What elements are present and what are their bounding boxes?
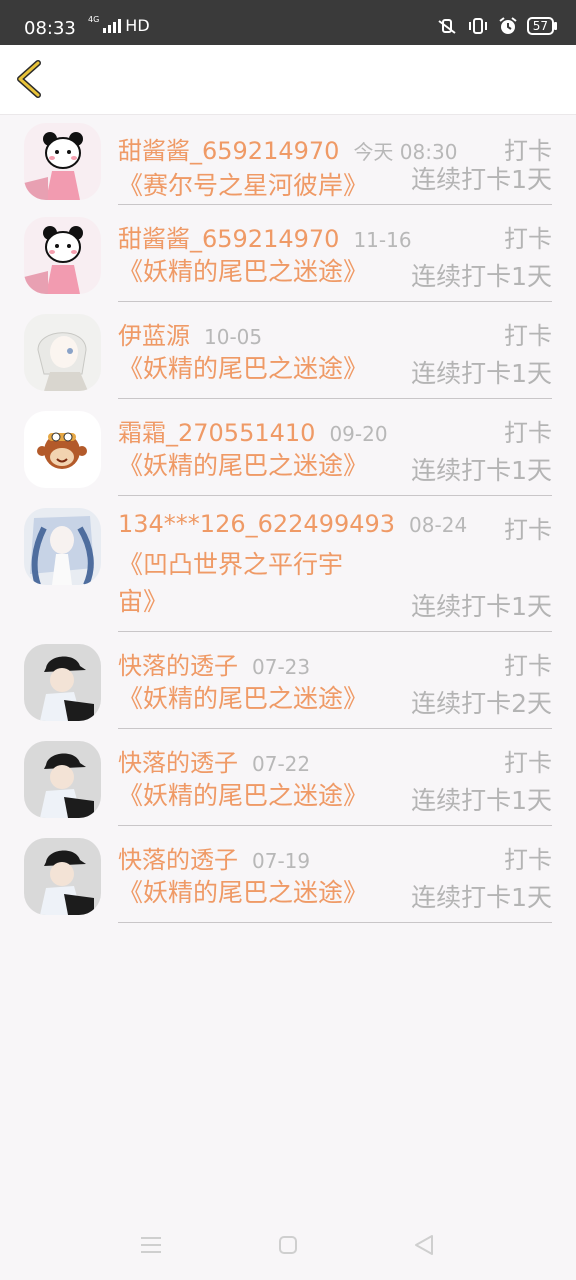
entry-username: 快落的透子 [118,749,238,777]
entry-content: 快落的透子 07-23 打卡 《妖精的尾巴之迷途》 连续打卡2天 [118,632,552,729]
header [0,45,576,115]
entry-streak: 连续打卡1天 [411,262,552,291]
entry-username: 甜酱酱_659214970 [118,225,340,253]
battery-icon: 57 [526,17,558,35]
back-button[interactable] [10,55,54,103]
list-item[interactable]: 霜霜_270551410 09-20 打卡 《妖精的尾巴之迷途》 连续打卡1天 [0,399,576,496]
status-icons: 57 [436,16,558,36]
entry-content: 快落的透子 07-19 打卡 《妖精的尾巴之迷途》 连续打卡1天 [118,826,552,923]
entry-tag: 打卡 [504,419,552,447]
signal-icon [103,18,122,33]
list-item[interactable]: 甜酱酱_659214970 今天 08:30 打卡 《赛尔号之星河彼岸》 连续打卡… [0,115,576,205]
alarm-icon [499,17,517,34]
back-nav-button[interactable] [404,1230,444,1260]
home-icon [279,1236,297,1254]
entry-tag: 打卡 [504,225,552,253]
entry-name: 134***126_622499493 08-24 [118,510,467,538]
menu-icon [141,1237,161,1253]
entry-tag: 打卡 [504,749,552,777]
entry-username: 134***126_622499493 [118,510,396,538]
list-item[interactable]: 甜酱酱_659214970 11-16 打卡 《妖精的尾巴之迷途》 连续打卡1天 [0,205,576,302]
entry-name: 霜霜_270551410 09-20 [118,413,388,448]
list-item[interactable]: 快落的透子 07-19 打卡 《妖精的尾巴之迷途》 连续打卡1天 [0,826,576,923]
entry-content: 快落的透子 07-22 打卡 《妖精的尾巴之迷途》 连续打卡1天 [118,729,552,826]
entry-streak: 连续打卡1天 [411,883,552,912]
entry-date: 08-24 [409,513,468,537]
avatar [24,123,101,200]
entry-date: 07-19 [252,849,311,873]
avatar [24,411,101,488]
entry-date: 10-05 [204,325,263,349]
entry-username: 甜酱酱_659214970 [118,137,340,165]
entry-date: 09-20 [329,422,388,446]
entry-name: 快落的透子 07-19 [118,840,310,875]
avatar [24,314,101,391]
entry-username: 快落的透子 [118,846,238,874]
entry-name: 甜酱酱_659214970 11-16 [118,219,412,254]
status-time: 08:33 [24,18,76,39]
list-item[interactable]: 快落的透子 07-23 打卡 《妖精的尾巴之迷途》 连续打卡2天 [0,632,576,729]
entry-date: 07-23 [252,655,311,679]
entry-book[interactable]: 《妖精的尾巴之迷途》 [118,680,368,717]
entry-name: 甜酱酱_659214970 今天 08:30 [118,131,457,166]
entry-name: 快落的透子 07-22 [118,743,310,778]
entry-book[interactable]: 《妖精的尾巴之迷途》 [118,253,368,290]
entry-username: 霜霜_270551410 [118,419,316,447]
entry-name: 快落的透子 07-23 [118,646,310,681]
home-button[interactable] [268,1230,308,1260]
avatar [24,508,101,585]
entry-book[interactable]: 《凹凸世界之平行宇宙》 [118,546,376,620]
entry-tag: 打卡 [504,322,552,350]
avatar [24,217,101,294]
entry-content: 伊蓝源 10-05 打卡 《妖精的尾巴之迷途》 连续打卡1天 [118,302,552,399]
list-item[interactable]: 快落的透子 07-22 打卡 《妖精的尾巴之迷途》 连续打卡1天 [0,729,576,826]
entry-tag: 打卡 [504,652,552,680]
entry-date: 07-22 [252,752,311,776]
entry-streak: 连续打卡1天 [411,165,552,194]
back-triangle-icon [415,1235,433,1255]
entry-tag: 打卡 [504,516,552,544]
list-item[interactable]: 134***126_622499493 08-24 打卡 《凹凸世界之平行宇宙》 … [0,496,576,632]
entry-content: 甜酱酱_659214970 今天 08:30 打卡 《赛尔号之星河彼岸》 连续打卡… [118,115,552,205]
entry-book[interactable]: 《赛尔号之星河彼岸》 [118,167,368,204]
network-type: 4G [88,15,100,24]
avatar [24,838,101,915]
network-indicator: 4G HD [88,15,150,35]
menu-button[interactable] [131,1230,171,1260]
entry-username: 快落的透子 [118,652,238,680]
entry-streak: 连续打卡2天 [411,689,552,718]
entry-date: 11-16 [353,228,412,252]
entry-streak: 连续打卡1天 [411,592,552,621]
entry-username: 伊蓝源 [118,322,190,350]
entry-content: 霜霜_270551410 09-20 打卡 《妖精的尾巴之迷途》 连续打卡1天 [118,399,552,496]
entry-content: 134***126_622499493 08-24 打卡 《凹凸世界之平行宇宙》 … [118,496,552,632]
entry-streak: 连续打卡1天 [411,456,552,485]
system-nav-bar [0,1210,576,1280]
entry-book[interactable]: 《妖精的尾巴之迷途》 [118,447,368,484]
list-item[interactable]: 伊蓝源 10-05 打卡 《妖精的尾巴之迷途》 连续打卡1天 [0,302,576,399]
checkin-list: 甜酱酱_659214970 今天 08:30 打卡 《赛尔号之星河彼岸》 连续打卡… [0,115,576,923]
avatar [24,741,101,818]
avatar [24,644,101,721]
entry-book[interactable]: 《妖精的尾巴之迷途》 [118,777,368,814]
vibrate-off-icon [438,19,456,34]
entry-streak: 连续打卡1天 [411,786,552,815]
entry-content: 甜酱酱_659214970 11-16 打卡 《妖精的尾巴之迷途》 连续打卡1天 [118,205,552,302]
entry-streak: 连续打卡1天 [411,359,552,388]
entry-name: 伊蓝源 10-05 [118,316,262,351]
entry-book[interactable]: 《妖精的尾巴之迷途》 [118,350,368,387]
entry-tag: 打卡 [504,846,552,874]
status-bar: 08:33 4G HD 57 [0,0,576,45]
entry-book[interactable]: 《妖精的尾巴之迷途》 [118,874,368,911]
vibrate-icon [468,18,487,34]
chevron-left-icon [17,60,41,98]
hd-label: HD [125,16,150,35]
